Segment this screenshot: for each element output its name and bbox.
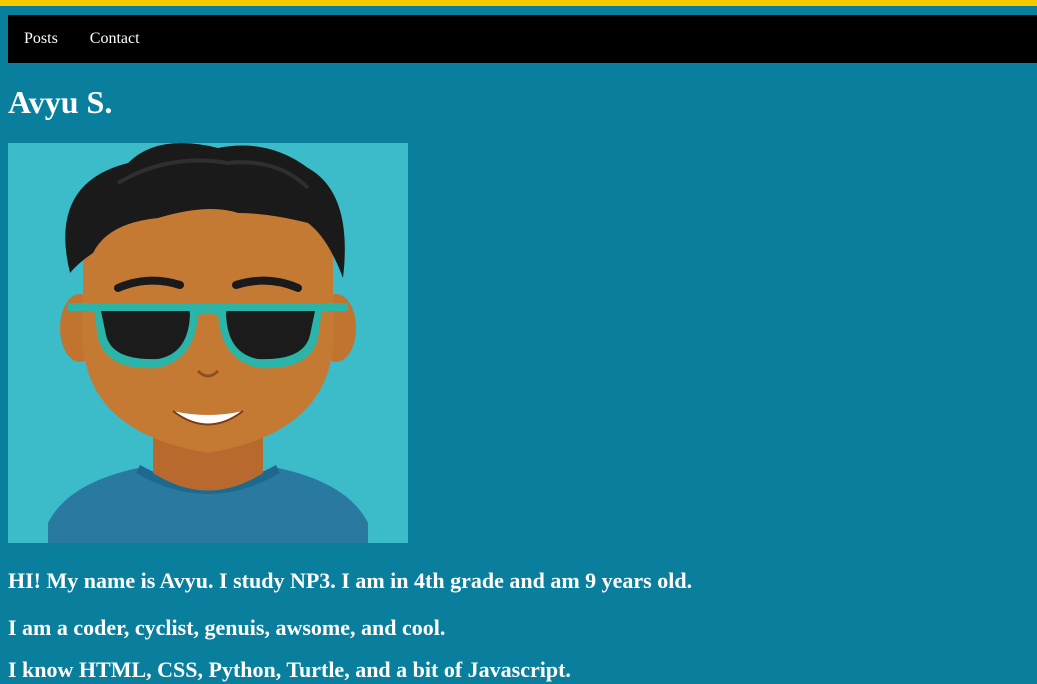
page-title: Avyu S. bbox=[8, 84, 113, 120]
bio-skills: I know HTML, CSS, Python, Turtle, and a … bbox=[8, 657, 571, 682]
top-accent-stripe bbox=[0, 0, 1037, 6]
avatar-image bbox=[8, 143, 408, 543]
nav-link-posts[interactable]: Posts bbox=[24, 30, 58, 48]
bio-traits: I am a coder, cyclist, genuis, awsome, a… bbox=[8, 615, 446, 640]
nav-link-contact[interactable]: Contact bbox=[90, 30, 140, 48]
bio-intro: HI! My name is Avyu. I study NP3. I am i… bbox=[8, 568, 693, 593]
avatar-illustration bbox=[8, 143, 408, 543]
top-navbar: Posts Contact bbox=[8, 15, 1037, 63]
